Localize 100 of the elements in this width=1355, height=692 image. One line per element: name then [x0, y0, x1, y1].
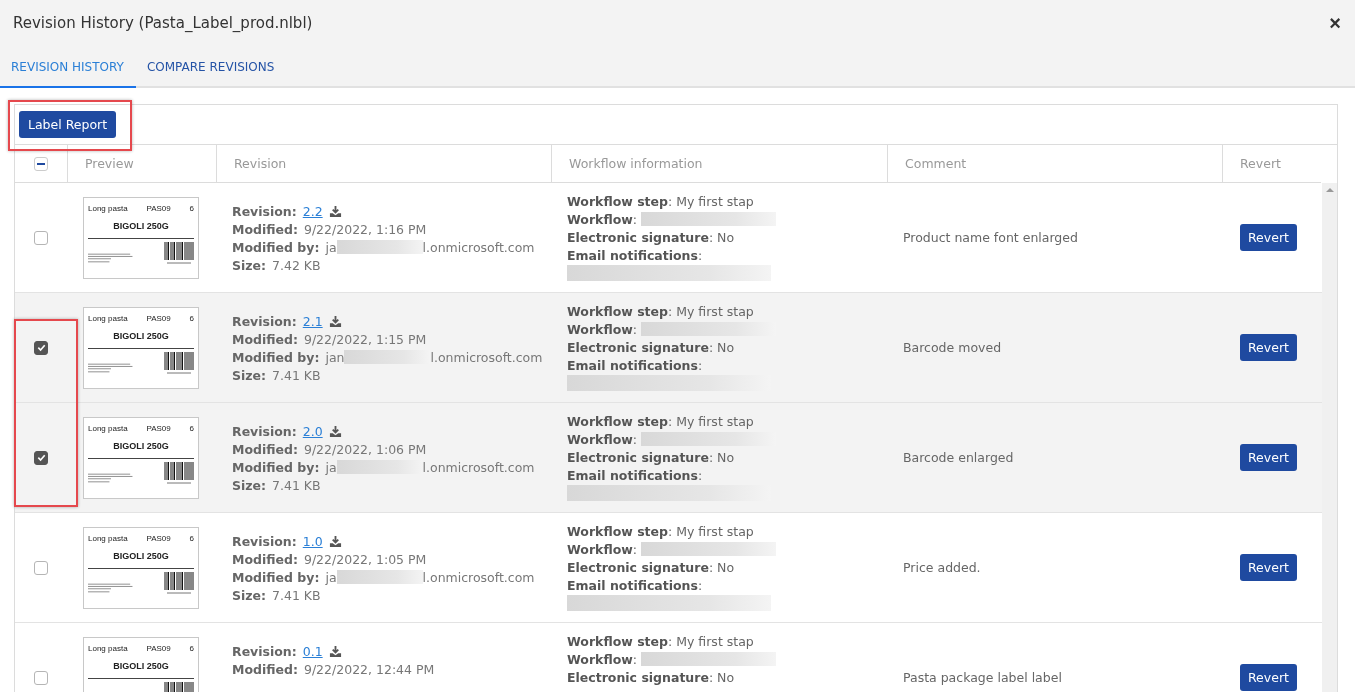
row-checkbox[interactable] — [34, 230, 48, 245]
select-all-checkbox[interactable] — [34, 156, 48, 171]
email-start: jan — [325, 349, 345, 365]
barcode-icon — [164, 241, 194, 264]
tab[interactable]: COMPARE REVISIONS — [135, 50, 287, 88]
download-icon[interactable] — [328, 424, 342, 438]
label-report-button[interactable]: Label Report — [19, 111, 117, 138]
label-text: BIGOLI 250G — [112, 330, 170, 341]
revert-button[interactable]: Revert — [1240, 554, 1297, 581]
column-header: Workflow information — [569, 156, 703, 171]
field-label: Size: — [232, 587, 267, 603]
workflow-field: Electronic signature: No — [567, 669, 735, 685]
revision-link[interactable]: 0.1 — [302, 643, 323, 659]
field-label: Revision: — [232, 203, 297, 219]
workflow-field: Email notifications: — [567, 247, 703, 263]
field-label: Modified: — [232, 661, 298, 677]
download-icon[interactable] — [328, 314, 342, 328]
workflow-field: Workflow: — [567, 431, 638, 447]
field-label: Size: — [232, 257, 267, 273]
text-lines-drawing — [88, 251, 134, 264]
revision-link[interactable]: 2.0 — [302, 423, 323, 439]
field-label: Revision: — [232, 643, 297, 659]
revert-button[interactable]: Revert — [1240, 334, 1297, 361]
workflow-field: Email notifications: — [567, 577, 703, 593]
label-text: PAS09 — [146, 423, 171, 433]
row-checkbox[interactable] — [34, 340, 48, 355]
column-header: Comment — [905, 156, 967, 171]
label-text: BIGOLI 250G — [112, 220, 170, 231]
field-value: 7.41 KB — [272, 367, 321, 383]
field-value: 9/22/2022, 1:16 PM — [303, 221, 427, 237]
revision-link[interactable]: 2.2 — [302, 203, 323, 219]
workflow-field: Workflow: — [567, 211, 638, 227]
revert-button[interactable]: Revert — [1240, 664, 1297, 691]
revert-button[interactable]: Revert — [1240, 444, 1297, 471]
download-icon[interactable] — [328, 204, 342, 218]
label-text: Long pasta — [88, 313, 128, 323]
label-text: PAS09 — [146, 313, 171, 323]
workflow-field: Email notifications: — [567, 467, 703, 483]
email-end: l.onmicrosoft.com — [422, 239, 535, 255]
barcode-icon — [164, 351, 194, 374]
field-label: Modified by: — [232, 349, 320, 365]
field-value: 7.41 KB — [272, 477, 321, 493]
barcode-icon — [164, 571, 194, 594]
scrollbar[interactable] — [1322, 183, 1337, 692]
revision-link[interactable]: 2.1 — [302, 313, 323, 329]
comment-text: Pasta package label label — [903, 670, 1062, 685]
close-button[interactable]: × — [1329, 11, 1341, 35]
label-text: BIGOLI 250G — [112, 660, 170, 671]
column-header: Revision — [234, 156, 287, 171]
download-icon[interactable] — [328, 534, 342, 548]
workflow-field: Electronic signature: No — [567, 339, 735, 355]
field-label: Size: — [232, 367, 267, 383]
label-text: 6 — [189, 423, 194, 433]
workflow-field: Workflow: — [567, 321, 638, 337]
email-end: l.onmicrosoft.com — [430, 349, 543, 365]
table-row[interactable] — [15, 403, 1322, 513]
field-label: Modified: — [232, 331, 298, 347]
workflow-field: Email notifications: — [567, 357, 703, 373]
label-text: 6 — [189, 643, 194, 653]
label-text: Long pasta — [88, 533, 128, 543]
row-checkbox[interactable] — [34, 560, 48, 575]
comment-text: Product name font enlarged — [903, 230, 1078, 245]
email-end: l.onmicrosoft.com — [422, 459, 535, 475]
field-label: Revision: — [232, 533, 297, 549]
label-text: Long pasta — [88, 423, 128, 433]
field-value: 9/22/2022, 1:05 PM — [303, 551, 427, 567]
label-text: 6 — [189, 533, 194, 543]
table-row[interactable] — [15, 293, 1322, 403]
email-start: ja — [325, 459, 337, 475]
field-label: Modified by: — [232, 459, 320, 475]
email-start: ja — [325, 239, 337, 255]
field-label: Modified: — [232, 221, 298, 237]
workflow-field: Workflow step: My first stap — [567, 413, 754, 429]
tab[interactable]: REVISION HISTORY — [0, 50, 136, 88]
comment-text: Barcode moved — [903, 340, 1002, 355]
revert-button[interactable]: Revert — [1240, 224, 1297, 251]
label-text: BIGOLI 250G — [112, 550, 170, 561]
text-lines-drawing — [88, 581, 134, 594]
column-header: Revert — [1240, 156, 1281, 171]
table-row[interactable]: Long pasta PAS09 6 BIGOLI 250G Revision: 0.1 Modified: 9/22/2022, 12:44 PM Workflow step: My first stap Workflow: Electronic signature: No Pasta package label label Revert — [15, 623, 1322, 692]
column-header: Preview — [85, 156, 134, 171]
field-label: Revision: — [232, 313, 297, 329]
field-value: 9/22/2022, 1:06 PM — [303, 441, 427, 457]
row-checkbox[interactable] — [34, 670, 48, 685]
field-label: Modified by: — [232, 569, 320, 585]
label-text: PAS09 — [146, 203, 171, 213]
field-value: 7.42 KB — [272, 257, 321, 273]
dialog-title: Revision History (Pasta_Label_prod.nlbl) — [13, 14, 313, 32]
field-label: Modified: — [232, 551, 298, 567]
workflow-field: Workflow: — [567, 541, 638, 557]
field-label: Modified by: — [232, 239, 320, 255]
workflow-field: Electronic signature: No — [567, 229, 735, 245]
field-label: Revision: — [232, 423, 297, 439]
comment-text: Barcode enlarged — [903, 450, 1014, 465]
download-icon[interactable] — [328, 644, 342, 658]
row-checkbox[interactable] — [34, 450, 48, 465]
label-text: PAS09 — [146, 643, 171, 653]
revision-link[interactable]: 1.0 — [302, 533, 323, 549]
label-text: Long pasta — [88, 203, 128, 213]
field-value: 7.41 KB — [272, 587, 321, 603]
